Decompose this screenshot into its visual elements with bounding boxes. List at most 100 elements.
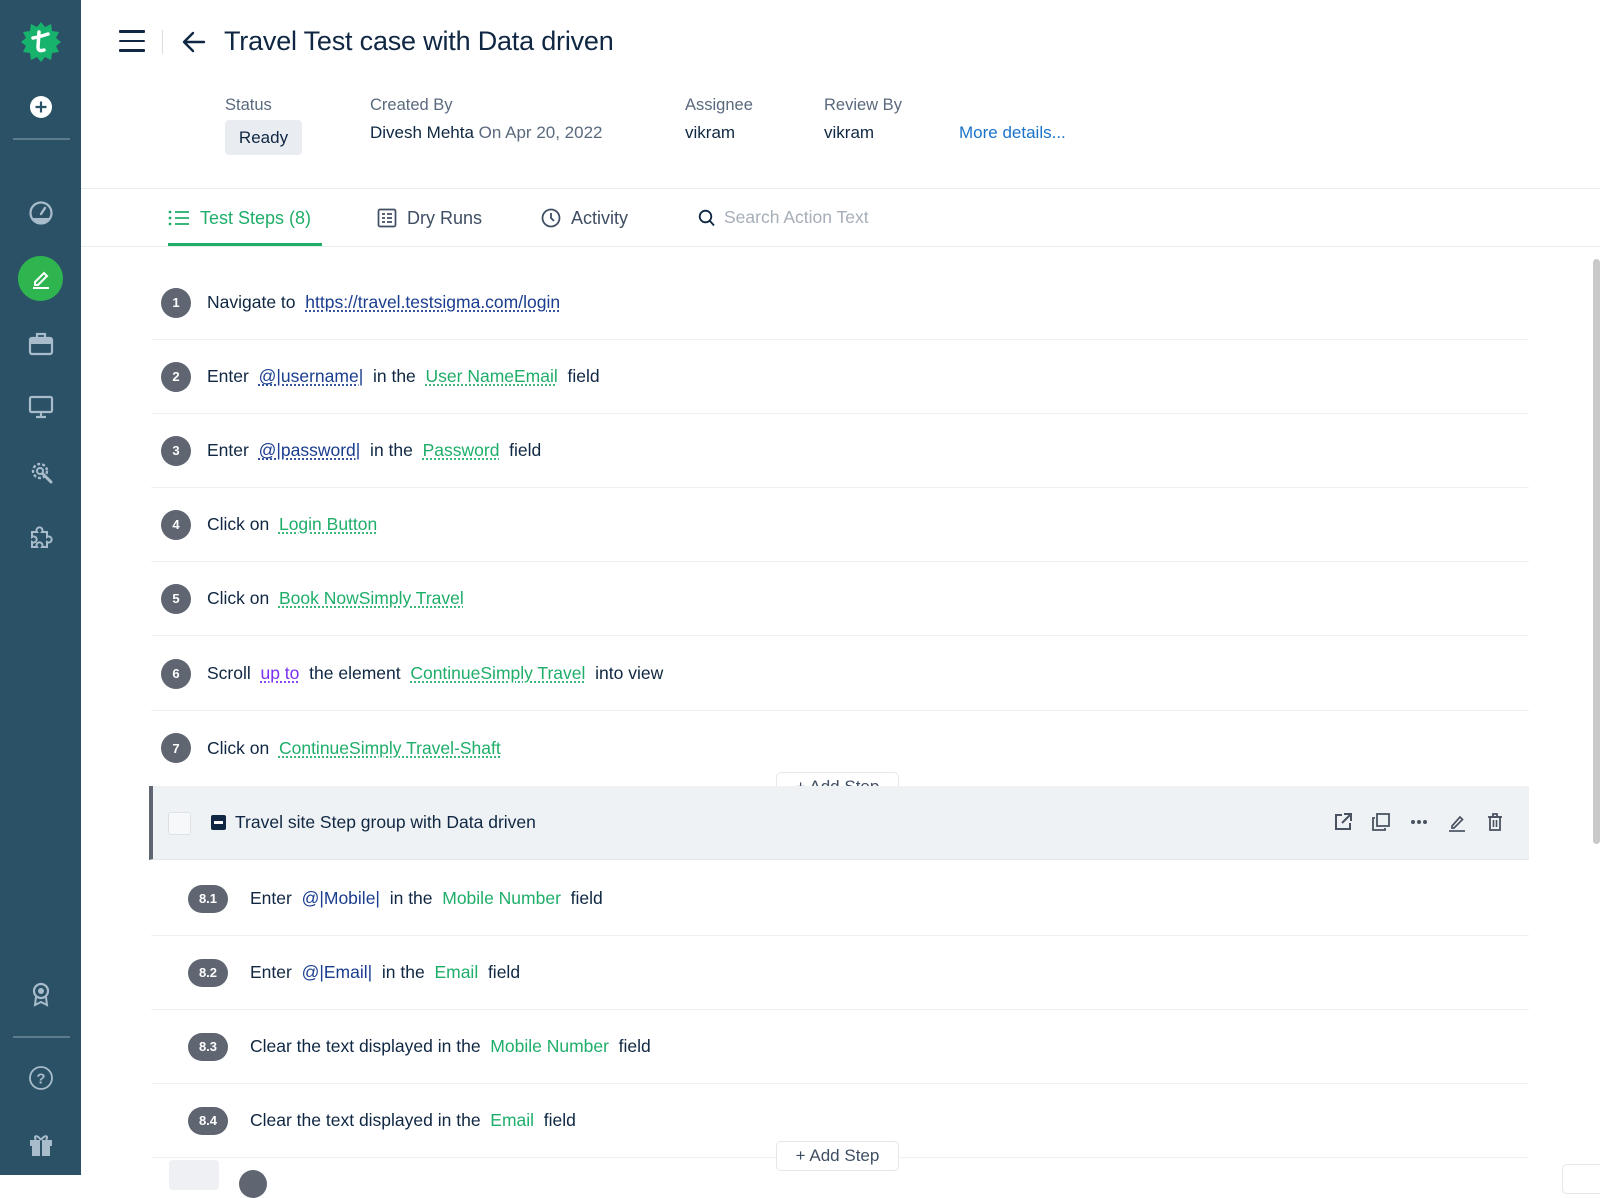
step-group-actions [1333,810,1505,834]
step-text-fragment: Navigate to [207,292,306,312]
tab-label: Activity [571,207,629,228]
test-data-parameter[interactable]: @|password| [259,440,361,460]
test-step-row[interactable]: 6 Scroll up to the element ContinueSimply… [151,637,1529,711]
step-number-badge: 8.2 [188,958,228,987]
test-step-row[interactable]: 3 Enter @|password| in the Password field [151,414,1529,488]
step-text-fragment: in the [363,366,426,386]
menu-icon[interactable] [119,30,145,52]
step-text-fragment: Enter [250,888,302,908]
element-link[interactable]: Book NowSimply Travel [279,588,464,608]
element-link[interactable]: Mobile Number [490,1036,609,1056]
collapse-icon[interactable] [211,815,226,830]
test-data-parameter[interactable]: @|username| [259,366,364,386]
step-group-checkbox[interactable] [168,812,191,835]
element-link[interactable]: Email [434,962,478,982]
element-link[interactable]: Email [490,1110,534,1130]
element-link[interactable]: Mobile Number [442,888,561,908]
step-text-fragment: field [560,888,603,908]
testsigma-logo-icon[interactable] [0,18,81,66]
step-number-badge: 8.4 [188,1106,228,1135]
delete-icon[interactable] [1485,810,1505,834]
test-step-row[interactable]: 4 Click on Login Button [151,488,1529,562]
test-step-row[interactable]: 1 Navigate to https://travel.testsigma.co… [151,266,1529,340]
step-number-badge: 4 [161,509,191,540]
element-link[interactable]: ContinueSimply Travel-Shaft [279,738,501,758]
created-by-label: Created By [370,96,453,114]
briefcase-icon[interactable] [0,330,81,358]
settings-wrench-icon[interactable] [0,458,81,486]
step-action-button[interactable] [1562,1164,1600,1194]
search-input[interactable] [724,207,924,228]
step-action-text: Clear the text displayed in the Mobile N… [250,1036,651,1057]
step-action-text: Enter @|Mobile| in the Mobile Number fie… [250,888,603,909]
add-icon[interactable] [0,94,81,120]
group-step-row[interactable]: 8.1 Enter @|Mobile| in the Mobile Number … [151,862,1529,936]
step-action-text: Clear the text displayed in the Email fi… [250,1110,576,1131]
created-by-value: Divesh Mehta On Apr 20, 2022 [370,123,603,143]
step-modifier-link[interactable]: up to [260,663,299,683]
more-details-link[interactable]: More details... [959,123,1066,143]
step-text-fragment: into view [585,663,664,683]
add-step-button[interactable]: + Add Step [776,1141,899,1171]
monitor-icon[interactable] [0,393,81,421]
test-step-row[interactable]: 2 Enter @|username| in the User NameEmail… [151,340,1529,414]
sidebar-divider [13,138,70,140]
copy-icon[interactable] [1371,810,1391,834]
scrollbar[interactable] [1593,259,1600,844]
step-text-fragment: in the [379,888,443,908]
test-data-parameter[interactable]: @|Mobile| [302,888,380,908]
more-icon[interactable] [1409,810,1429,834]
status-label: Status [225,96,272,114]
step-text-fragment: Enter [207,366,259,386]
award-icon[interactable] [0,981,81,1009]
element-link[interactable]: Password [423,440,500,460]
step-text-fragment: Click on [207,737,279,758]
main-content: Travel Test case with Data driven Status… [81,0,1600,1198]
sidebar-divider [13,1036,70,1038]
search-box[interactable] [698,207,924,228]
status-badge[interactable]: Ready [225,120,302,155]
list-icon [168,210,189,226]
back-arrow-icon[interactable] [180,28,208,56]
element-link[interactable]: User NameEmail [426,366,558,386]
element-link[interactable]: ContinueSimply Travel [410,663,585,683]
step-text-fragment: in the [360,440,423,460]
edit-icon[interactable] [1447,810,1467,834]
step-text-fragment: field [478,962,521,982]
pencil-icon [18,255,63,301]
tabbar-border [81,246,1600,247]
puzzle-icon[interactable] [0,523,81,551]
clock-icon [541,208,561,228]
step-text-fragment: Clear the text displayed in the [250,1110,491,1130]
sidebar-item-test-development[interactable] [0,255,81,301]
collapse-panel-handle[interactable] [169,1160,219,1190]
help-icon[interactable]: ? [0,1064,81,1092]
open-external-icon[interactable] [1333,810,1353,834]
step-action-text: Navigate to https://travel.testsigma.com… [207,292,560,313]
step-action-text: Scroll up to the element ContinueSimply … [207,663,663,684]
gift-icon[interactable] [0,1131,81,1159]
step-text-fragment: field [557,366,600,386]
step-text-fragment: Enter [250,962,302,982]
step-number-badge: 6 [161,658,191,689]
element-link[interactable]: Login Button [279,514,377,534]
tab-activity[interactable]: Activity [541,206,628,230]
group-step-row[interactable]: 8.3 Clear the text displayed in the Mobil… [151,1010,1529,1084]
group-step-row[interactable]: 8.2 Enter @|Email| in the Email field [151,936,1529,1010]
test-step-row[interactable]: 5 Click on Book NowSimply Travel [151,562,1529,636]
test-data-parameter[interactable]: @|Email| [302,962,373,982]
step-text-fragment: field [534,1110,576,1130]
tab-label: Dry Runs [407,207,483,228]
step-url-link[interactable]: https://travel.testsigma.com/login [305,292,560,312]
tabbar-border [81,188,1600,189]
step-text-fragment: Clear the text displayed in the [250,1036,491,1056]
dry-runs-icon [377,208,397,228]
tab-dry-runs[interactable]: Dry Runs [377,206,482,230]
step-number-badge: 8.1 [188,884,228,913]
step-number-badge: 1 [161,287,191,318]
step-group[interactable]: Travel site Step group with Data driven [149,786,1529,860]
tab-test-steps[interactable]: Test Steps (8) [168,206,311,230]
step-action-text: Click on Book NowSimply Travel [207,588,464,609]
tab-label: Test Steps (8) [200,207,312,228]
dashboard-icon[interactable] [0,199,81,227]
